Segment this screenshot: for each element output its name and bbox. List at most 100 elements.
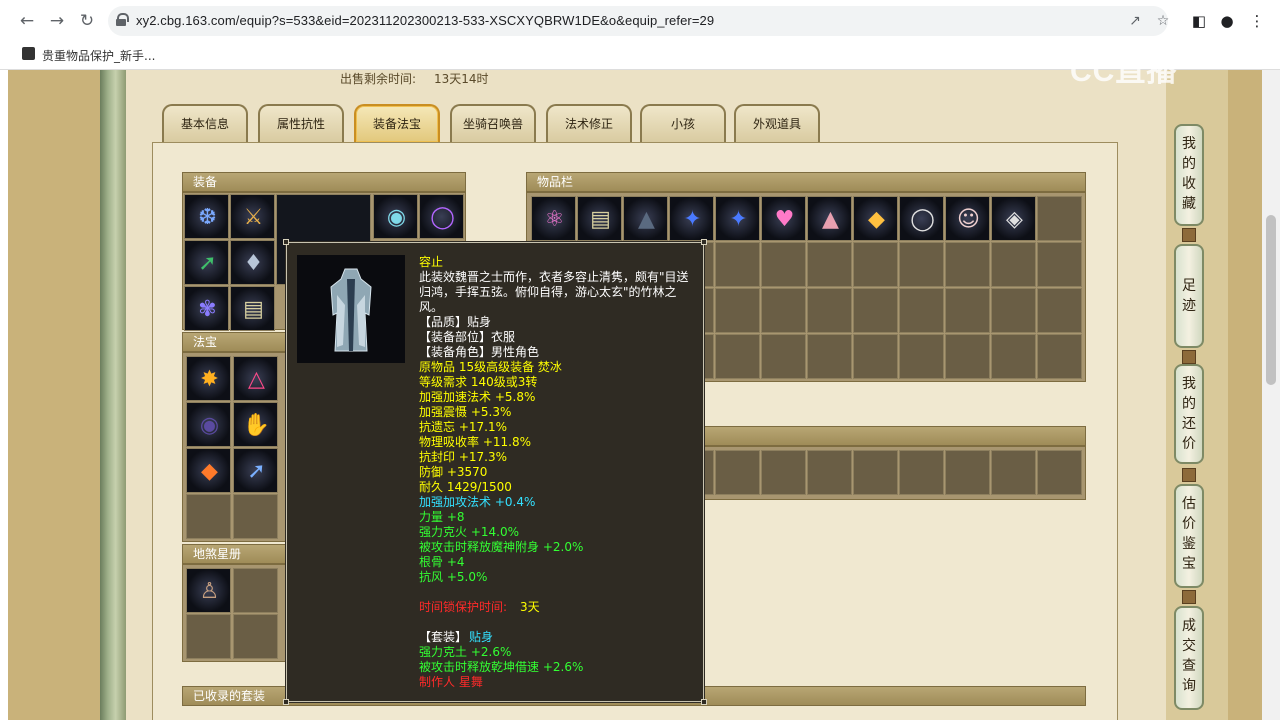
tab-basic-info[interactable]: 基本信息 (162, 104, 248, 142)
item-stat: 物理吸收率 +11.8% (419, 435, 531, 449)
side-nav-appraisal[interactable]: 估价鉴宝 (1174, 484, 1204, 588)
inventory-slot[interactable]: ☺ (945, 196, 990, 241)
inventory-slot[interactable] (761, 288, 806, 333)
side-nav-bargain[interactable]: 我的还价 (1174, 364, 1204, 464)
inventory-slot[interactable] (945, 242, 990, 287)
storage-slot[interactable] (1037, 450, 1082, 495)
equip-slot[interactable]: ▤ (230, 286, 275, 331)
star-slot[interactable]: ♙ (186, 568, 231, 613)
fabao-slot[interactable]: ➚ (233, 448, 278, 493)
inventory-slot[interactable] (807, 242, 852, 287)
inventory-slot[interactable] (761, 334, 806, 379)
inventory-slot[interactable] (1037, 334, 1082, 379)
bookmark-item[interactable]: 贵重物品保护_新手... (42, 47, 155, 64)
side-nav-history[interactable]: 足迹 (1174, 244, 1204, 348)
left-strip (0, 70, 8, 720)
url-text[interactable]: xy2.cbg.163.com/equip?s=533&eid=20231120… (136, 13, 714, 28)
inventory-slot[interactable] (991, 288, 1036, 333)
inventory-slot[interactable] (991, 334, 1036, 379)
equip-slot[interactable]: ➚ (184, 240, 229, 285)
fabao-slot[interactable] (233, 494, 278, 539)
inventory-slot[interactable] (807, 288, 852, 333)
inventory-slot[interactable]: ✦ (715, 196, 760, 241)
inventory-header: 物品栏 (526, 172, 1086, 192)
inventory-slot[interactable] (1037, 196, 1082, 241)
equip-slot[interactable]: ✾ (184, 286, 229, 331)
fabao-slot[interactable]: ◉ (186, 402, 231, 447)
inventory-slot[interactable] (715, 242, 760, 287)
inventory-slot[interactable]: ▲ (807, 196, 852, 241)
equip-slot[interactable]: ◯ (419, 194, 464, 239)
inventory-slot[interactable] (1037, 242, 1082, 287)
tab-appearance[interactable]: 外观道具 (734, 104, 820, 142)
inventory-slot[interactable] (853, 334, 898, 379)
storage-slot[interactable] (807, 450, 852, 495)
inventory-slot[interactable] (853, 288, 898, 333)
tab-equipment[interactable]: 装备法宝 (354, 104, 440, 142)
side-nav-transactions[interactable]: 成交查询 (1174, 606, 1204, 710)
storage-slot[interactable] (761, 450, 806, 495)
equip-slot[interactable]: ⚔ (230, 194, 275, 239)
item-slot: 【装备部位】衣服 (419, 330, 516, 344)
inventory-slot[interactable] (715, 334, 760, 379)
storage-slot[interactable] (945, 450, 990, 495)
inventory-slot[interactable] (899, 334, 944, 379)
tab-spell-mods[interactable]: 法术修正 (546, 104, 632, 142)
inventory-slot[interactable] (991, 242, 1036, 287)
inventory-slot[interactable] (1037, 288, 1082, 333)
item-stat-green: 被攻击时释放魔神附身 +2.0% (419, 540, 584, 554)
back-icon[interactable]: ← (16, 10, 38, 32)
inventory-slot[interactable] (715, 288, 760, 333)
scroll-thumb[interactable] (1266, 215, 1276, 385)
inventory-slot[interactable]: ◯ (899, 196, 944, 241)
inventory-slot[interactable] (761, 242, 806, 287)
star-icon[interactable]: ☆ (1154, 12, 1172, 30)
sidepanel-icon[interactable]: ◧ (1188, 10, 1210, 32)
set-value: 贴身 (469, 630, 494, 644)
inventory-slot[interactable]: ✦ (669, 196, 714, 241)
blue-gem-icon: ✦ (729, 207, 748, 232)
inventory-slot[interactable] (899, 288, 944, 333)
inventory-slot[interactable] (945, 288, 990, 333)
share-icon[interactable]: ↗ (1126, 12, 1144, 30)
inventory-slot[interactable]: ▤ (577, 196, 622, 241)
storage-slot[interactable] (853, 450, 898, 495)
side-nav-connector (1182, 228, 1196, 242)
equip-slot[interactable]: ❆ (184, 194, 229, 239)
address-bar[interactable]: xy2.cbg.163.com/equip?s=533&eid=20231120… (108, 6, 1169, 36)
fabao-slot[interactable] (186, 494, 231, 539)
inventory-slot[interactable]: ▲ (623, 196, 668, 241)
inventory-slot[interactable] (945, 334, 990, 379)
reload-icon[interactable]: ↻ (76, 10, 98, 32)
scrollbar[interactable] (1262, 70, 1280, 720)
side-nav-favorites[interactable]: 我的收藏 (1174, 124, 1204, 226)
storage-slot[interactable] (715, 450, 760, 495)
fabao-slot[interactable]: △ (233, 356, 278, 401)
inventory-slot[interactable]: ♥ (761, 196, 806, 241)
equip-slot[interactable]: ♦ (230, 240, 275, 285)
equip-slot[interactable]: ◉ (373, 194, 418, 239)
fabao-slot[interactable]: ✸ (186, 356, 231, 401)
tab-mounts-pets[interactable]: 坐骑召唤兽 (450, 104, 536, 142)
storage-slot[interactable] (991, 450, 1036, 495)
profile-icon[interactable]: ● (1216, 10, 1238, 32)
warrior-icon: ♙ (199, 579, 220, 604)
inventory-slot[interactable]: ⚛ (531, 196, 576, 241)
tab-child[interactable]: 小孩 (640, 104, 726, 142)
star-slot[interactable] (233, 614, 278, 659)
tooltip-corner (283, 239, 289, 245)
fabao-slot[interactable]: ✋ (233, 402, 278, 447)
storage-slot[interactable] (899, 450, 944, 495)
inventory-slot[interactable] (899, 242, 944, 287)
inventory-slot[interactable] (807, 334, 852, 379)
item-stat-cyan: 加强加攻法术 +0.4% (419, 495, 536, 509)
inventory-slot[interactable]: ◈ (991, 196, 1036, 241)
inventory-slot[interactable]: ◆ (853, 196, 898, 241)
forward-icon[interactable]: → (46, 10, 68, 32)
inventory-slot[interactable] (853, 242, 898, 287)
fabao-slot[interactable]: ◆ (186, 448, 231, 493)
star-slot[interactable] (233, 568, 278, 613)
star-slot[interactable] (186, 614, 231, 659)
tab-attributes[interactable]: 属性抗性 (258, 104, 344, 142)
menu-icon[interactable]: ⋮ (1246, 10, 1268, 32)
